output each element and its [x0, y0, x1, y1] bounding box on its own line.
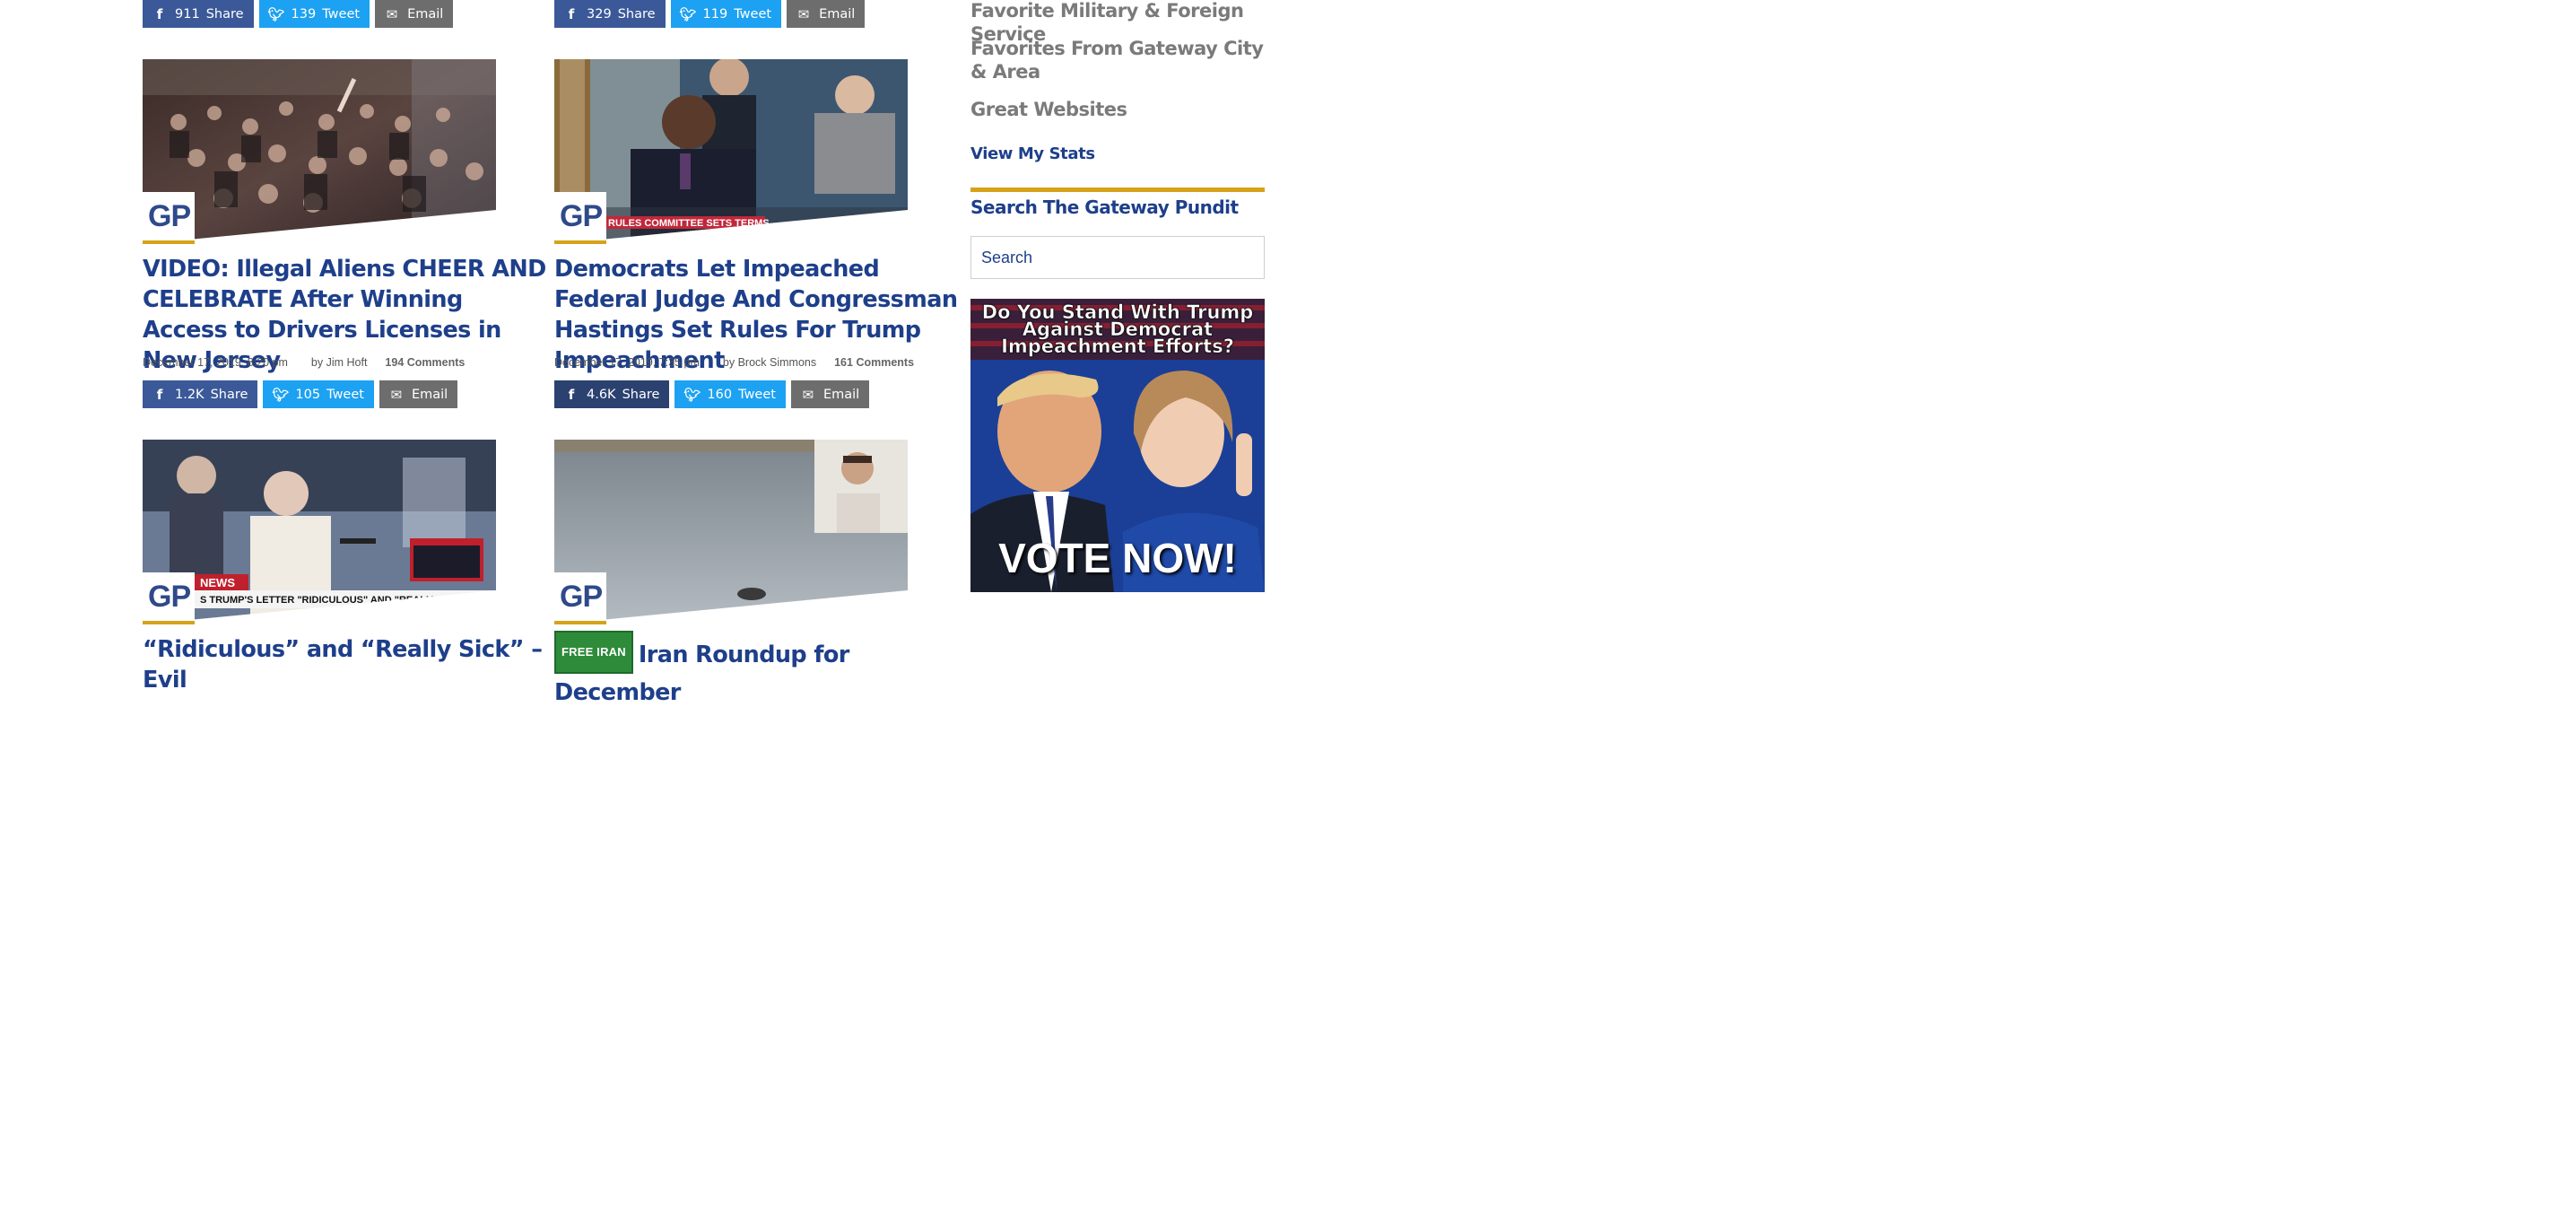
vote-now-cta[interactable]: VOTE NOW!	[970, 534, 1265, 582]
gp-logo-icon: GP	[554, 572, 606, 624]
email-share-button[interactable]: ✉ Email	[375, 0, 454, 28]
category-badge[interactable]: FREE IRAN	[554, 631, 633, 674]
twitter-tweet-button[interactable]: 🐦︎ 139 Tweet	[258, 0, 370, 28]
email-share-button[interactable]: ✉ Email	[379, 380, 458, 408]
view-stats-link[interactable]: View My Stats	[970, 144, 1095, 163]
facebook-share-button[interactable]: f 329 Share	[554, 0, 666, 28]
email-share-button[interactable]: ✉ Email	[790, 380, 870, 408]
sidebar-link[interactable]: Favorites From Gateway City & Area	[970, 37, 1266, 83]
article-author: by Jim Hoft	[310, 356, 368, 369]
thumbnail-slant	[554, 210, 908, 244]
thumbnail-slant	[554, 590, 908, 624]
gp-logo-icon: GP	[554, 192, 606, 244]
comments-link[interactable]: 161 Comments	[834, 356, 914, 369]
twitter-icon: 🐦︎	[683, 386, 701, 403]
facebook-share-button[interactable]: f 4.6K Share	[554, 380, 670, 408]
sidebar-link[interactable]: Great Websites	[970, 98, 1266, 121]
email-share-button[interactable]: ✉ Email	[787, 0, 866, 28]
article-thumbnail[interactable]: RULES COMMITTEE SETS TERMS GP	[554, 59, 908, 244]
article-date: December 17, 2019, 7:35 pm	[554, 356, 700, 369]
twitter-icon: 🐦︎	[679, 5, 697, 22]
email-icon: ✉	[802, 386, 814, 403]
twitter-icon: 🐦︎	[272, 386, 290, 403]
article-thumbnail[interactable]: GP	[554, 440, 908, 624]
facebook-icon: f	[568, 5, 575, 22]
facebook-share-button[interactable]: f 1.2K Share	[143, 380, 258, 408]
email-icon: ✉	[390, 386, 403, 403]
search-heading: Search The Gateway Pundit	[970, 196, 1239, 218]
thumbnail-slant	[143, 590, 496, 624]
article-meta: December 17, 2019, 7:35 pm by Brock Simm…	[554, 356, 914, 369]
share-row: f 329 Share 🐦︎ 119 Tweet ✉ Email	[554, 0, 866, 28]
comments-link[interactable]: 194 Comments	[385, 356, 465, 369]
gp-logo-icon: GP	[143, 572, 195, 624]
facebook-icon: f	[156, 5, 163, 22]
article-thumbnail[interactable]: NEWS S TRUMP'S LETTER "RIDICULOUS" AND "…	[143, 440, 496, 624]
facebook-icon: f	[156, 386, 163, 403]
article-headline-link[interactable]: “Ridiculous” and “Really Sick” – Evil	[143, 634, 546, 695]
facebook-share-button[interactable]: f 911 Share	[143, 0, 254, 28]
share-row: f 1.2K Share 🐦︎ 105 Tweet ✉ Email	[143, 380, 458, 408]
share-row: f 911 Share 🐦︎ 139 Tweet ✉ Email	[143, 0, 454, 28]
article-date: December 17, 2019, 8:20 pm	[143, 356, 288, 369]
share-row: f 4.6K Share 🐦︎ 160 Tweet ✉ Email	[554, 380, 870, 408]
ad-headline: Impeachment Efforts?	[1001, 336, 1234, 357]
twitter-tweet-button[interactable]: 🐦︎ 119 Tweet	[670, 0, 782, 28]
twitter-tweet-button[interactable]: 🐦︎ 160 Tweet	[674, 380, 786, 408]
poll-ad-banner[interactable]: Do You Stand With Trump Against Democrat…	[970, 299, 1265, 592]
thumbnail-slant	[143, 210, 496, 244]
article-headline-link[interactable]: FREE IRAN Iran Roundup for December	[554, 631, 949, 708]
gp-logo-icon: GP	[143, 192, 195, 244]
email-icon: ✉	[797, 5, 810, 22]
search-input[interactable]	[970, 236, 1265, 279]
twitter-icon: 🐦︎	[267, 5, 285, 22]
email-icon: ✉	[386, 5, 398, 22]
facebook-icon: f	[568, 386, 575, 403]
section-divider	[970, 188, 1265, 192]
article-author: by Brock Simmons	[722, 356, 817, 369]
article-thumbnail[interactable]: GP	[143, 59, 496, 244]
twitter-tweet-button[interactable]: 🐦︎ 105 Tweet	[263, 380, 374, 408]
article-meta: December 17, 2019, 8:20 pm by Jim Hoft 1…	[143, 356, 465, 369]
